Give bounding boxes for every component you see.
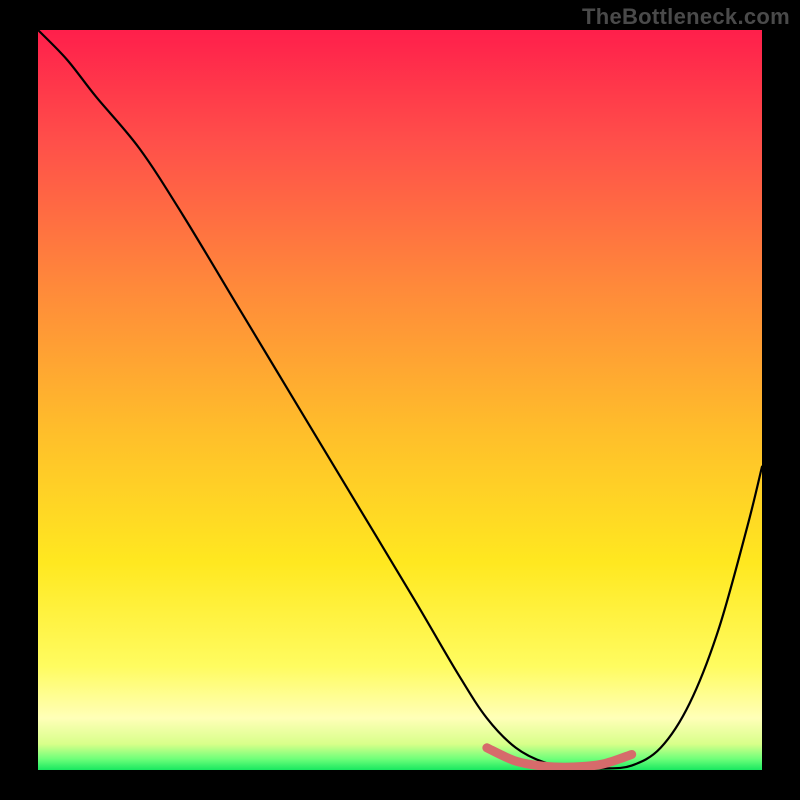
plot-area	[38, 30, 762, 770]
gradient-background	[38, 30, 762, 770]
watermark-text: TheBottleneck.com	[582, 4, 790, 30]
chart-frame: TheBottleneck.com	[0, 0, 800, 800]
bottleneck-curve-chart	[38, 30, 762, 770]
